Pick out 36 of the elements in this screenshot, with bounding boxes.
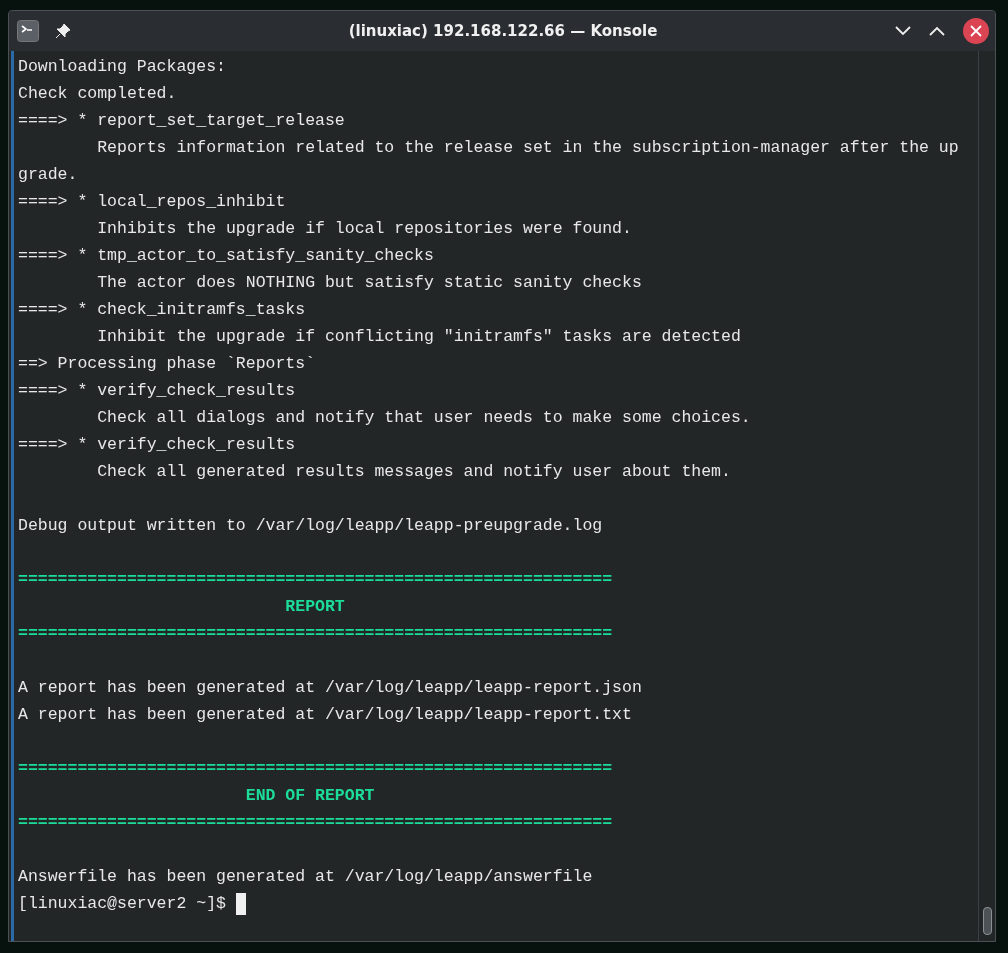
report-banner-line: REPORT (284, 596, 346, 618)
shell-prompt: [linuxiac@server2 ~]$ (18, 893, 227, 915)
output-line: ====> * verify_check_results (18, 434, 297, 456)
text-cursor (235, 892, 246, 915)
output-line: ==> Processing phase `Reports` (18, 353, 317, 375)
output-line: Inhibit the upgrade if conflicting "initramfs" tasks are detected (96, 326, 742, 348)
output-line: ====> * report_set_target_release (18, 110, 346, 132)
output-line: Debug output written to /var/log/leapp/leapp-preupgrade.log (18, 515, 604, 537)
scrollbar-thumb[interactable] (983, 907, 992, 935)
output-line: The actor does NOTHING but satisfy static sanity checks (96, 272, 643, 294)
output-line: ====> * local_repos_inhibit (18, 191, 287, 213)
terminal-icon[interactable] (17, 20, 39, 42)
minimize-icon[interactable] (895, 26, 911, 36)
report-banner-line: ============================================================ (18, 758, 614, 780)
output-line: ====> * verify_check_results (18, 380, 297, 402)
output-line: Inhibits the upgrade if local repositories were found. (96, 218, 633, 240)
window-title: (linuxiac) 192.168.122.66 — Konsole (347, 22, 659, 40)
maximize-icon[interactable] (929, 26, 945, 36)
report-banner-line: ============================================================ (18, 812, 614, 834)
output-line: Check all dialogs and notify that user needs to make some choices. (96, 407, 752, 429)
output-line: Reports information related to the release set in the subscription-manager after the up (96, 137, 960, 159)
report-banner-line: ============================================================ (18, 569, 614, 591)
output-line: A report has been generated at /var/log/leapp/leapp-report.txt (18, 704, 633, 726)
scrollbar-track[interactable] (978, 51, 995, 941)
output-line: ====> * tmp_actor_to_satisfy_sanity_checks (18, 245, 435, 267)
output-line: ====> * check_initramfs_tasks (18, 299, 307, 321)
output-line: Check completed. (18, 83, 178, 105)
output-line: Answerfile has been generated at /var/log/leapp/answerfile (18, 866, 594, 888)
output-line: A report has been generated at /var/log/leapp/leapp-report.json (18, 677, 643, 699)
pin-icon[interactable] (55, 23, 71, 39)
output-line: Downloading Packages: (18, 56, 227, 78)
output-line: grade. (18, 164, 79, 186)
output-line: Check all generated results messages and notify user about them. (96, 461, 732, 483)
report-banner-line: ============================================================ (18, 623, 614, 645)
report-banner-line: END OF REPORT (244, 785, 376, 807)
close-icon[interactable] (963, 18, 989, 44)
